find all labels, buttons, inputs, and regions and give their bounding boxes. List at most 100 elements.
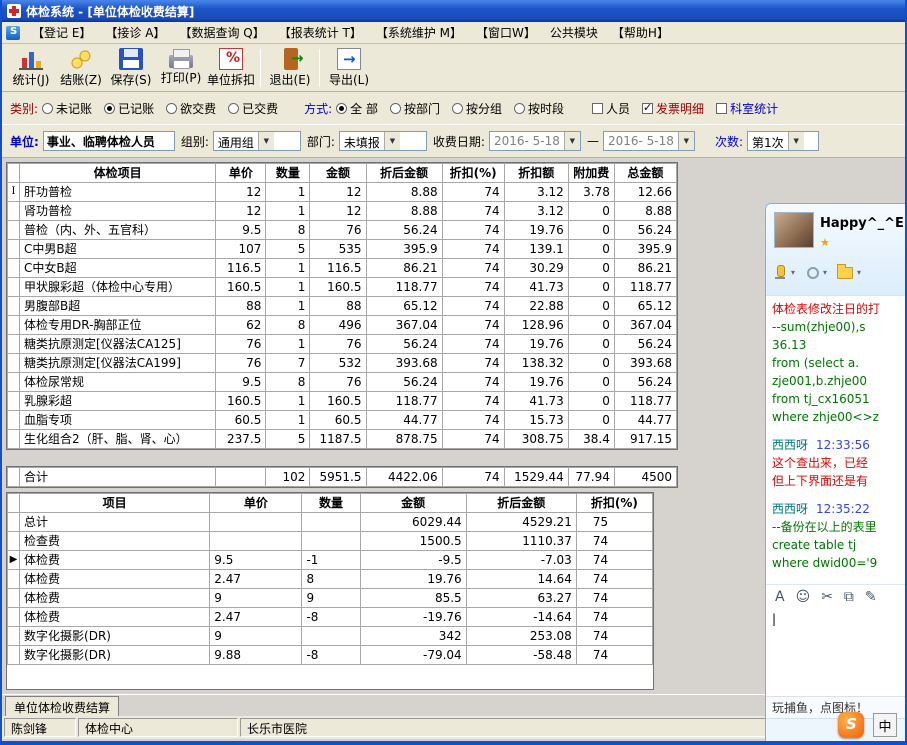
table-row[interactable]: 普检（内、外、五官科） 9.5 8 76 56.24 74 19.76 0 56.24: [7, 220, 677, 240]
menu-item-reception[interactable]: 【接诊 A】: [98, 21, 172, 44]
mode-by-time-radio[interactable]: 按时段: [514, 100, 564, 117]
table-row[interactable]: 数字化摄影(DR) 9.88 -8 -79.04 -58.48 74: [7, 645, 653, 665]
invoice-detail-checkbox[interactable]: 发票明细: [642, 100, 704, 117]
chevron-down-icon[interactable]: ▾: [857, 269, 861, 277]
dept-stats-checkbox[interactable]: 科室统计: [716, 100, 778, 117]
exit-button[interactable]: 退出(E): [265, 46, 315, 90]
table-row[interactable]: 体检费 2.47 -8 -19.76 -14.64 74: [7, 607, 653, 627]
table-row[interactable]: C中男B超 107 5 535 395.9 74 139.1 0 395.9: [7, 239, 677, 259]
table-row[interactable]: I 肝功普检 12 1 12 8.88 74 3.12 3.78 12.66: [7, 182, 677, 202]
microphone-icon[interactable]: [773, 264, 787, 282]
settle-button[interactable]: 结账(Z): [56, 46, 106, 90]
menu-item-data-query[interactable]: 【数据查询 Q】: [172, 21, 271, 44]
radio-icon: [389, 102, 401, 114]
chevron-down-icon[interactable]: ▾: [791, 269, 795, 277]
mode-by-dept-radio[interactable]: 按部门: [389, 100, 440, 117]
cell: 0: [567, 372, 615, 392]
print-button[interactable]: 打印(P): [156, 46, 206, 90]
category-paid-radio[interactable]: 已交费: [228, 100, 278, 117]
chat-history-icon[interactable]: ⧉: [844, 590, 854, 604]
status-circle-icon[interactable]: [807, 267, 820, 279]
mode-all-radio[interactable]: 全 部: [336, 100, 378, 117]
chat-input[interactable]: |: [766, 608, 905, 696]
table-row[interactable]: 血脂专项 60.5 1 60.5 44.77 74 15.73 0 44.77: [7, 410, 677, 430]
cell: 62: [215, 315, 267, 335]
group-select[interactable]: 通用组 ▼: [212, 131, 301, 151]
column-header[interactable]: 折扣额: [503, 163, 569, 183]
table-row[interactable]: 体检专用DR-胸部正位 62 8 496 367.04 74 128.96 0 367.04: [7, 315, 677, 335]
cell: 56.24: [613, 372, 677, 392]
column-header[interactable]: 折扣(%): [575, 493, 653, 513]
menu-bar-items: 【登记 E】 【接诊 A】 【数据查询 Q】 【报表统计 T】 【系统维护 M】 【窗口W…: [25, 21, 676, 44]
column-header[interactable]: 数量: [301, 493, 361, 513]
input-method-logo-icon[interactable]: [838, 712, 864, 738]
screenshot-icon[interactable]: ✂: [821, 590, 833, 604]
menu-item-system-maint[interactable]: 【系统维护 M】: [369, 21, 469, 44]
table-row[interactable]: 数字化摄影(DR) 9 342 253.08 74: [7, 626, 653, 646]
table-row[interactable]: 体检费 9 9 85.5 63.27 74: [7, 588, 653, 608]
category-unposted-radio[interactable]: 未记账: [42, 100, 92, 117]
save-button[interactable]: 保存(S): [106, 46, 156, 90]
tab-unit-settlement[interactable]: 单位体检收费结算: [5, 696, 120, 716]
table-row[interactable]: 甲状腺彩超（体检中心专用） 160.5 1 160.5 118.77 74 41.73 0 11…: [7, 277, 677, 297]
menu-item-window[interactable]: 【窗口W】: [469, 21, 543, 44]
column-header[interactable]: 数量: [265, 163, 311, 183]
column-header[interactable]: 折后金额: [465, 493, 577, 513]
column-header[interactable]: 折扣(%): [441, 163, 505, 183]
edit-icon[interactable]: ✎: [865, 590, 877, 604]
column-header[interactable]: 附加费: [567, 163, 615, 183]
export-button[interactable]: 导出(L): [324, 46, 374, 90]
table-row[interactable]: ▶ 体检费 9.5 -1 -9.5 -7.03 74: [7, 550, 653, 570]
cell: 体检费: [19, 550, 211, 570]
chevron-down-icon[interactable]: ▼: [563, 132, 580, 150]
menu-item-public-module[interactable]: 公共模块: [543, 21, 605, 44]
cell: 342: [359, 626, 467, 646]
column-header[interactable]: 项目: [19, 493, 211, 513]
times-select[interactable]: 第1次 ▼: [747, 131, 819, 151]
emoticon-icon[interactable]: ☺: [796, 590, 811, 604]
chevron-down-icon[interactable]: ▼: [383, 132, 400, 150]
table-row[interactable]: 生化组合2（肝、脂、肾、心） 237.5 5 1187.5 878.75 74 308.75…: [7, 429, 677, 449]
column-header[interactable]: 总金额: [613, 163, 677, 183]
radio-icon: [104, 102, 116, 114]
font-icon[interactable]: A: [775, 590, 785, 604]
table-row[interactable]: C中女B超 116.5 1 116.5 86.21 74 30.29 0 86.21: [7, 258, 677, 278]
menu-item-register[interactable]: 【登记 E】: [25, 21, 98, 44]
column-header[interactable]: 单价: [209, 493, 303, 513]
date-from-picker[interactable]: 2016- 5-18 ▼: [488, 131, 581, 151]
column-header[interactable]: 金额: [309, 163, 367, 183]
table-row[interactable]: 合计 102 5951.5 4422.06 74 1529.44 77.94 4500: [7, 467, 677, 487]
chevron-down-icon[interactable]: ▼: [787, 132, 804, 150]
column-header[interactable]: 单价: [215, 163, 267, 183]
category-to-pay-radio[interactable]: 欲交费: [166, 100, 216, 117]
dept-select[interactable]: 未填报 ▼: [338, 131, 427, 151]
chevron-down-icon[interactable]: ▼: [257, 132, 274, 150]
avatar[interactable]: [774, 212, 814, 248]
table-row[interactable]: 男腹部B超 88 1 88 65.12 74 22.88 0 65.12: [7, 296, 677, 316]
mode-by-group-radio[interactable]: 按分组: [452, 100, 502, 117]
column-header[interactable]: 体检项目: [19, 163, 217, 183]
cell: 血脂专项: [19, 410, 217, 430]
menu-item-help[interactable]: 【帮助H】: [605, 21, 676, 44]
folder-icon[interactable]: [837, 264, 854, 279]
menu-item-report-stats[interactable]: 【报表统计 T】: [272, 21, 369, 44]
unit-discount-button[interactable]: 单位拆扣: [206, 46, 256, 90]
personnel-checkbox[interactable]: 人员: [592, 100, 630, 117]
table-row[interactable]: 检查费 1500.5 1110.37 74: [7, 531, 653, 551]
chevron-down-icon[interactable]: ▾: [823, 269, 827, 277]
table-row[interactable]: 体检尿常规 9.5 8 76 56.24 74 19.76 0 56.24: [7, 372, 677, 392]
stats-button[interactable]: 统计(J): [6, 46, 56, 90]
table-row[interactable]: 糖类抗原测定[仪器法CA125] 76 1 76 56.24 74 19.76 0 56.24: [7, 334, 677, 354]
table-row[interactable]: 糖类抗原测定[仪器法CA199] 76 7 532 393.68 74 138.32 0 393…: [7, 353, 677, 373]
table-row[interactable]: 乳腺彩超 160.5 1 160.5 118.77 74 41.73 0 118.77: [7, 391, 677, 411]
chevron-down-icon[interactable]: ▼: [677, 132, 694, 150]
table-row[interactable]: 总计 6029.44 4529.21 75: [7, 512, 653, 532]
category-posted-radio[interactable]: 已记账: [104, 100, 154, 117]
date-to-picker[interactable]: 2016- 5-18 ▼: [602, 131, 695, 151]
table-row[interactable]: 体检费 2.47 8 19.76 14.64 74: [7, 569, 653, 589]
ime-chinese-indicator[interactable]: 中: [873, 713, 897, 737]
column-header[interactable]: 金额: [359, 493, 467, 513]
unit-input[interactable]: [42, 131, 175, 151]
column-header[interactable]: 折后金额: [365, 163, 443, 183]
table-row[interactable]: 肾功普检 12 1 12 8.88 74 3.12 0 8.88: [7, 201, 677, 221]
